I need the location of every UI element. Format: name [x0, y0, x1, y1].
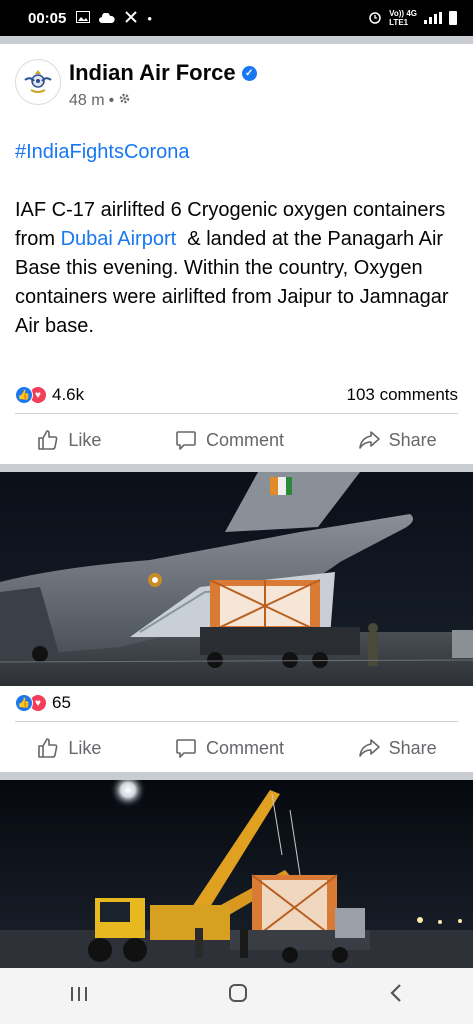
like-button[interactable]: Like [36, 428, 101, 452]
comment-icon [176, 431, 196, 450]
home-icon[interactable] [227, 982, 249, 1010]
comment-count[interactable]: 103 comments [347, 385, 459, 405]
post-actions: Like Comment Share [0, 414, 473, 466]
photo-reactions-summary[interactable]: 👍 ♥ 65 [0, 686, 473, 720]
system-navigation-bar [0, 968, 473, 1024]
post-text: #IndiaFightsCorona IAF C-17 airlifted 6 … [15, 138, 465, 341]
photo-actions: Like Comment Share [0, 722, 473, 774]
comment-icon [176, 739, 196, 758]
photo-icon [76, 10, 91, 26]
air-force-emblem [21, 65, 55, 99]
like-icon [38, 738, 58, 758]
crane-photo[interactable] [0, 780, 473, 968]
battery-icon [449, 11, 457, 25]
share-icon [358, 739, 380, 757]
hashtag-link[interactable]: #IndiaFightsCorona [15, 138, 465, 167]
settings-icon [118, 92, 131, 110]
like-reaction-icon: 👍 [15, 694, 33, 712]
comment-button[interactable]: Comment [174, 736, 284, 760]
alarm-icon [368, 10, 382, 27]
signal-icon [424, 12, 442, 24]
tools-icon [124, 10, 138, 27]
comment-button[interactable]: Comment [174, 428, 284, 452]
like-reaction-icon: 👍 [15, 386, 33, 404]
back-icon[interactable] [388, 983, 404, 1009]
photo-reaction-count[interactable]: 65 [52, 693, 71, 713]
page-name[interactable]: Indian Air Force ✓ [69, 60, 257, 86]
status-bar: 00:05 • Vo)) 4G LTE1 [0, 0, 473, 36]
recent-apps-icon[interactable] [69, 983, 89, 1009]
network-indicator: Vo)) 4G LTE1 [389, 9, 417, 27]
share-icon [358, 431, 380, 449]
avatar[interactable] [15, 59, 61, 105]
like-button[interactable]: Like [36, 736, 101, 760]
post-header: Indian Air Force ✓ 48 m • [0, 44, 473, 128]
share-button[interactable]: Share [357, 428, 437, 452]
dubai-airport-link[interactable]: Dubai Airport [61, 228, 177, 250]
like-icon [38, 430, 58, 450]
aircraft-photo[interactable] [0, 472, 473, 686]
section-separator [0, 464, 473, 472]
meta-dot: • [108, 92, 115, 109]
section-separator [0, 772, 473, 780]
post-time[interactable]: 48 m [69, 92, 105, 110]
aircraft-image [0, 472, 473, 686]
reactions-summary[interactable]: 👍 ♥ 4.6k 103 comments [0, 378, 473, 412]
dot-icon: • [147, 10, 152, 26]
top-separator [0, 36, 473, 44]
crane-image [0, 780, 473, 968]
cloud-icon [99, 11, 116, 26]
status-time: 00:05 [28, 9, 67, 27]
verified-icon: ✓ [241, 65, 257, 81]
reaction-count[interactable]: 4.6k [52, 385, 84, 405]
post-meta: 48 m • [69, 92, 131, 110]
share-button[interactable]: Share [357, 736, 437, 760]
